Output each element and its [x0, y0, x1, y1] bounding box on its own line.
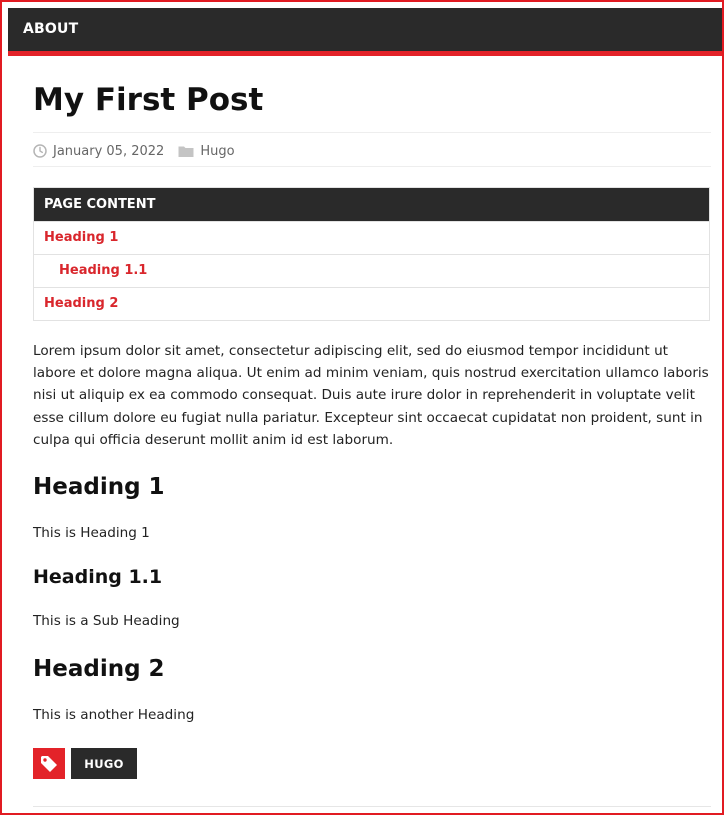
tag-button-hugo[interactable]: HUGO	[71, 748, 137, 779]
toc-item-heading-1[interactable]: Heading 1	[34, 221, 709, 254]
post-meta: January 05, 2022 Hugo	[33, 142, 235, 160]
folder-icon	[178, 144, 194, 158]
bottom-divider	[33, 806, 711, 807]
meta-divider-bottom	[33, 166, 711, 167]
section-text-1-1: This is a Sub Heading	[33, 613, 180, 629]
nav-link-about[interactable]: ABOUT	[23, 21, 78, 37]
clock-icon	[33, 144, 47, 158]
post-date: January 05, 2022	[53, 143, 165, 159]
post-title: My First Post	[33, 82, 264, 118]
top-navbar: ABOUT	[8, 8, 722, 56]
table-of-contents: PAGE CONTENT Heading 1 Heading 1.1 Headi…	[33, 187, 710, 321]
toc-header: PAGE CONTENT	[34, 188, 709, 221]
tag-icon	[33, 748, 65, 779]
section-heading-1: Heading 1	[33, 474, 165, 500]
section-heading-2: Heading 2	[33, 656, 165, 682]
meta-divider-top	[33, 132, 711, 133]
toc-item-heading-1-1[interactable]: Heading 1.1	[34, 254, 709, 287]
post-category-link[interactable]: Hugo	[200, 144, 234, 159]
section-text-1: This is Heading 1	[33, 525, 150, 541]
toc-item-heading-2[interactable]: Heading 2	[34, 287, 709, 320]
section-heading-1-1: Heading 1.1	[33, 566, 163, 588]
intro-paragraph: Lorem ipsum dolor sit amet, consectetur …	[33, 343, 709, 448]
section-text-2: This is another Heading	[33, 707, 195, 723]
